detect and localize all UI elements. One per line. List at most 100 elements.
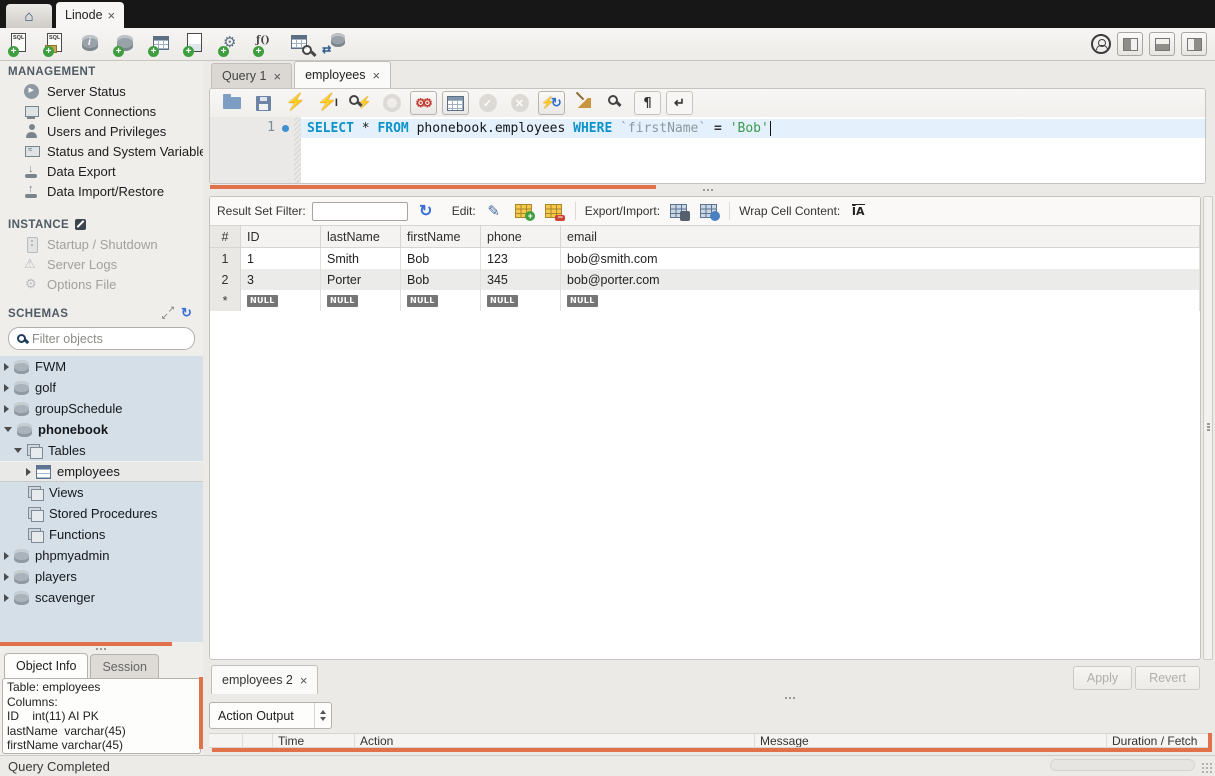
refresh-results-icon[interactable]: ↻ [414, 200, 438, 222]
table-cell[interactable]: Bob [401, 248, 481, 269]
tree-item-stored-procedures[interactable]: Stored Procedures [0, 503, 203, 524]
reconnect-dbms-icon[interactable]: ⇄ [322, 31, 348, 57]
sidebar-item-server-status[interactable]: Server Status [0, 81, 203, 101]
tree-item-players[interactable]: players [0, 566, 203, 587]
tree-item-views[interactable]: Views [0, 482, 203, 503]
open-script-icon[interactable] [218, 91, 245, 115]
revert-button[interactable]: Revert [1135, 666, 1200, 690]
toggle-stop-on-error-icon[interactable]: ⚙⚙ [410, 91, 437, 115]
column-header-lastname[interactable]: lastName [321, 226, 401, 247]
apply-button[interactable]: Apply [1073, 666, 1132, 690]
toggle-output-area-button[interactable] [1149, 32, 1175, 56]
toggle-sidebar-right-button[interactable] [1181, 32, 1207, 56]
home-tab[interactable]: ⌂ [6, 4, 52, 28]
export-recordset-icon[interactable] [666, 200, 690, 222]
table-cell[interactable]: bob@smith.com [561, 248, 1200, 269]
create-view-icon[interactable]: + [182, 31, 208, 57]
table-cell[interactable]: 3 [241, 269, 321, 290]
table-row[interactable]: 23PorterBob345bob@porter.com [210, 269, 1200, 290]
sidebar-item-data-export[interactable]: Data Export [0, 161, 203, 181]
insert-row-icon[interactable]: + [512, 200, 536, 222]
row-number-cell[interactable]: 2 [210, 269, 241, 290]
column-header-rownum[interactable]: # [210, 226, 241, 247]
expander-icon[interactable] [4, 363, 9, 371]
right-panel-splitter[interactable] [1203, 196, 1213, 660]
table-cell[interactable]: NULL [561, 290, 1200, 311]
toggle-autocommit-icon[interactable]: ⚡↻ [538, 91, 565, 115]
output-splitter-handle[interactable] [212, 748, 1208, 752]
wrap-cell-content-icon[interactable]: ĪA [846, 200, 870, 222]
tab-object-info[interactable]: Object Info [4, 653, 88, 678]
tree-item-golf[interactable]: golf [0, 377, 203, 398]
table-cell[interactable]: Porter [321, 269, 401, 290]
create-procedure-icon[interactable]: ⚙+ [217, 31, 243, 57]
output-splitter-handle-right[interactable] [1208, 733, 1212, 752]
expander-icon[interactable] [4, 552, 9, 560]
action-output-dropdown[interactable]: Action Output [209, 702, 332, 729]
expander-icon[interactable] [4, 405, 9, 413]
sidebar-item-users-and-privileges[interactable]: Users and Privileges [0, 121, 203, 141]
beautify-script-icon[interactable] [570, 91, 597, 115]
new-sql-tab-icon[interactable]: + [7, 31, 33, 57]
output-column-duration-fetch[interactable]: Duration / Fetch [1107, 734, 1212, 747]
dropdown-spinner-icon[interactable] [314, 703, 331, 728]
splitter-grip[interactable] [0, 646, 203, 653]
delete-row-icon[interactable]: − [542, 200, 566, 222]
create-schema-icon[interactable]: + [112, 31, 138, 57]
query-tab-query-1[interactable]: Query 1× [211, 63, 292, 88]
table-row[interactable]: 11SmithBob123bob@smith.com [210, 248, 1200, 269]
schema-inspector-icon[interactable] [77, 31, 103, 57]
table-cell[interactable]: Bob [401, 269, 481, 290]
sidebar-item-status-and-system-variables[interactable]: Status and System Variables [0, 141, 203, 161]
sidebar-item-options-file[interactable]: Options File [0, 274, 203, 294]
output-column-time[interactable]: Time [273, 734, 355, 747]
window-resize-grip[interactable] [1201, 762, 1213, 774]
result-tab-employees-2[interactable]: employees 2 × [211, 665, 318, 694]
expand-schemas-icon[interactable] [161, 306, 175, 320]
table-cell[interactable]: 123 [481, 248, 561, 269]
output-column-blank[interactable] [243, 734, 273, 747]
close-icon[interactable]: × [373, 69, 381, 82]
query-tab-employees[interactable]: employees× [294, 61, 391, 88]
tree-item-phpmyadmin[interactable]: phpmyadmin [0, 545, 203, 566]
close-icon[interactable]: × [300, 674, 308, 687]
close-icon[interactable]: × [108, 9, 116, 22]
toggle-invisible-characters-icon[interactable]: ¶ [634, 91, 661, 115]
refresh-schemas-icon[interactable]: ↻ [181, 306, 195, 320]
table-cell[interactable]: 1 [241, 248, 321, 269]
tree-item-groupschedule[interactable]: groupSchedule [0, 398, 203, 419]
close-icon[interactable]: × [273, 70, 281, 83]
editor-splitter-handle[interactable] [210, 185, 656, 189]
output-column-blank[interactable] [209, 734, 243, 747]
sidebar-item-client-connections[interactable]: Client Connections [0, 101, 203, 121]
tree-item-tables[interactable]: Tables [0, 440, 203, 461]
output-column-message[interactable]: Message [755, 734, 1107, 747]
execute-current-statement-icon[interactable]: ⚡I [314, 91, 341, 115]
schema-filter-input[interactable]: Filter objects [8, 327, 195, 350]
expander-icon[interactable] [4, 427, 12, 432]
column-header-id[interactable]: ID [241, 226, 321, 247]
limit-rows-icon[interactable] [442, 91, 469, 115]
expander-icon[interactable] [4, 573, 9, 581]
tree-item-functions[interactable]: Functions [0, 524, 203, 545]
open-sql-script-icon[interactable]: + [42, 31, 68, 57]
table-cell[interactable]: NULL [401, 290, 481, 311]
explain-statement-icon[interactable]: ⚡ [346, 91, 373, 115]
expander-icon[interactable] [4, 384, 9, 392]
expander-icon[interactable] [14, 448, 22, 453]
table-cell[interactable]: 345 [481, 269, 561, 290]
column-header-phone[interactable]: phone [481, 226, 561, 247]
result-filter-input[interactable] [312, 202, 408, 221]
toggle-word-wrap-icon[interactable]: ↵ [666, 91, 693, 115]
execute-script-icon[interactable]: ⚡ [282, 91, 309, 115]
table-cell[interactable]: NULL [321, 290, 401, 311]
sql-code-area[interactable]: 1 SELECT * FROM phonebook.employees WHER… [210, 117, 1205, 183]
output-splitter-grip[interactable] [785, 697, 787, 699]
tree-item-employees[interactable]: employees [0, 461, 203, 482]
table-cell[interactable]: NULL [241, 290, 321, 311]
table-cell[interactable]: Smith [321, 248, 401, 269]
connection-tab-linode[interactable]: Linode × [56, 2, 124, 28]
row-number-cell[interactable]: * [210, 290, 241, 311]
sidebar-item-data-import-restore[interactable]: Data Import/Restore [0, 181, 203, 201]
editor-splitter-grip[interactable] [703, 189, 705, 191]
